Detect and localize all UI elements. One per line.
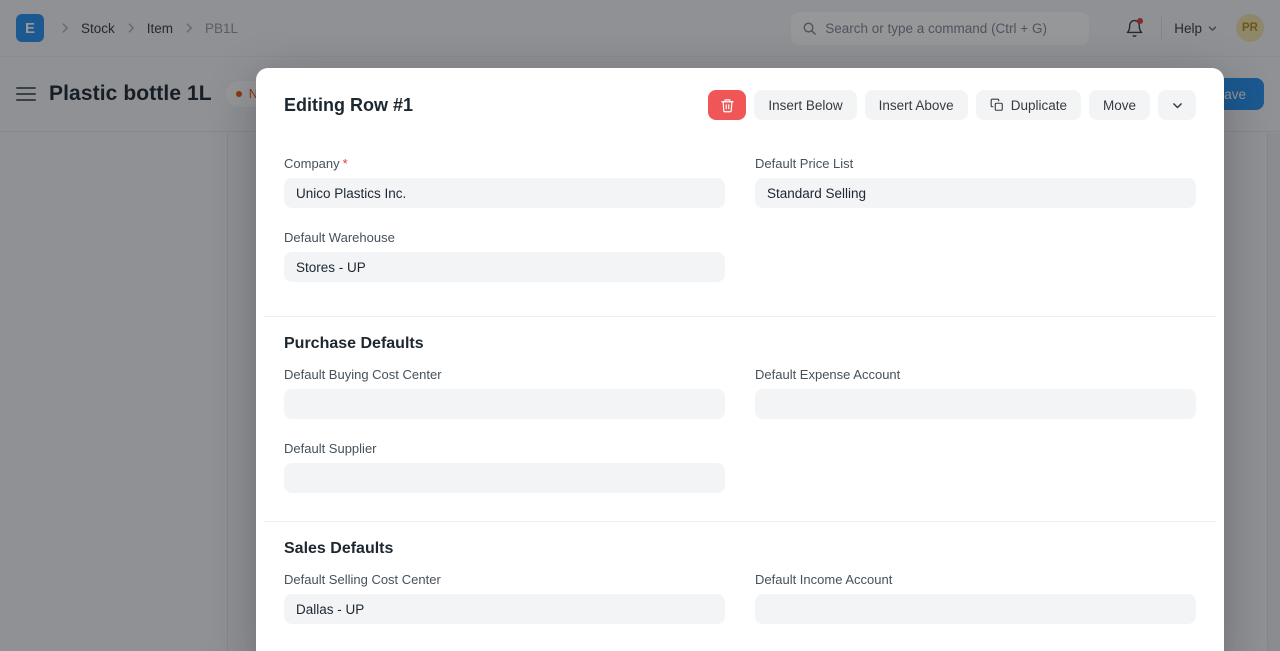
- move-button[interactable]: Move: [1088, 90, 1150, 120]
- section-divider: [264, 316, 1216, 317]
- insert-below-button[interactable]: Insert Below: [754, 90, 857, 120]
- field-company: Company *: [284, 156, 725, 208]
- default-selling-cost-center-label: Default Selling Cost Center: [284, 572, 441, 587]
- field-default-expense-account: Default Expense Account: [755, 367, 1196, 419]
- default-supplier-input[interactable]: [284, 463, 725, 493]
- default-warehouse-label: Default Warehouse: [284, 230, 395, 245]
- field-default-warehouse: Default Warehouse: [284, 230, 725, 282]
- section-divider: [264, 521, 1216, 522]
- default-expense-account-label: Default Expense Account: [755, 367, 901, 382]
- field-default-selling-cost-center: Default Selling Cost Center: [284, 572, 725, 624]
- modal-form: Company* Default Price List Default Ware…: [256, 120, 1224, 624]
- trash-icon: [720, 98, 735, 113]
- default-expense-account-input[interactable]: [755, 389, 1196, 419]
- default-price-list-input[interactable]: [755, 178, 1196, 208]
- default-price-list-label: Default Price List: [755, 156, 854, 171]
- purchase-defaults-heading: Purchase Defaults: [284, 335, 424, 352]
- default-supplier-label: Default Supplier: [284, 441, 377, 456]
- company-input[interactable]: [284, 178, 725, 208]
- modal-title: Editing Row #1: [284, 94, 414, 115]
- delete-row-button[interactable]: [708, 90, 747, 120]
- default-income-account-label: Default Income Account: [755, 572, 893, 587]
- required-asterisk: *: [342, 156, 348, 171]
- field-default-supplier: Default Supplier: [284, 441, 725, 493]
- insert-above-button[interactable]: Insert Above: [864, 90, 968, 120]
- default-income-account-input[interactable]: [755, 594, 1196, 624]
- field-default-income-account: Default Income Account: [755, 572, 1196, 624]
- default-warehouse-input[interactable]: [284, 252, 725, 282]
- more-actions-button[interactable]: [1158, 90, 1196, 120]
- sales-defaults-heading: Sales Defaults: [284, 540, 394, 557]
- duplicate-label: Duplicate: [1010, 97, 1067, 113]
- field-default-buying-cost-center: Default Buying Cost Center: [284, 367, 725, 419]
- default-buying-cost-center-label: Default Buying Cost Center: [284, 367, 442, 382]
- duplicate-button[interactable]: Duplicate: [975, 90, 1081, 120]
- default-selling-cost-center-input[interactable]: [284, 594, 725, 624]
- modal-toolbar: Insert Below Insert Above Duplicate Move: [708, 90, 1196, 120]
- company-label: Company *: [284, 156, 348, 171]
- edit-row-modal: Editing Row #1 Insert Below Insert Above…: [256, 68, 1224, 651]
- modal-header: Editing Row #1 Insert Below Insert Above…: [256, 68, 1224, 120]
- field-default-price-list: Default Price List: [755, 156, 1196, 208]
- duplicate-icon: [990, 98, 1004, 112]
- chevron-down-icon: [1171, 99, 1184, 112]
- default-buying-cost-center-input[interactable]: [284, 389, 725, 419]
